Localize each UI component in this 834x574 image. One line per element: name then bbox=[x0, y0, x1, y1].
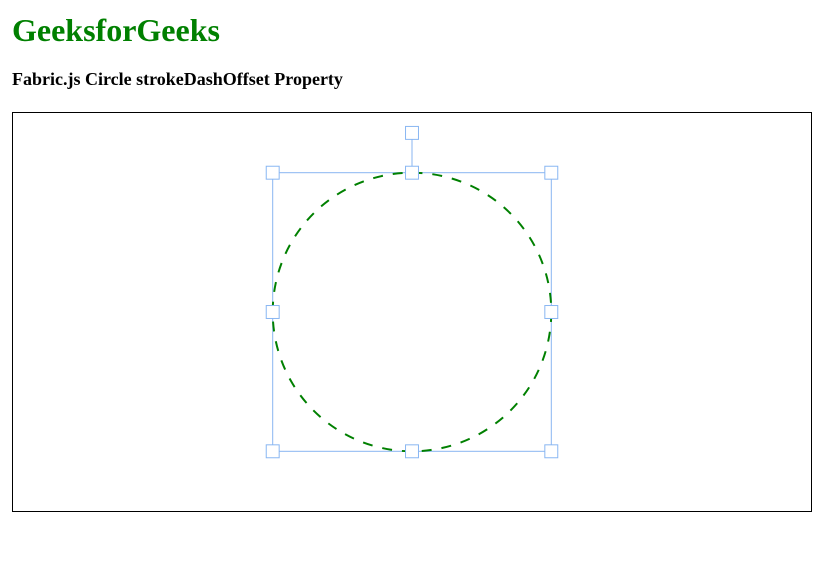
selection-handle-bm[interactable] bbox=[406, 445, 419, 458]
selection-handle-ml[interactable] bbox=[266, 306, 279, 319]
selection-handle-br[interactable] bbox=[545, 445, 558, 458]
selection-handle-tl[interactable] bbox=[266, 166, 279, 179]
selection-bounding-box bbox=[273, 173, 552, 452]
fabric-canvas[interactable] bbox=[12, 112, 812, 512]
selection-handle-mr[interactable] bbox=[545, 306, 558, 319]
selection-handle-bl[interactable] bbox=[266, 445, 279, 458]
page-title: GeeksforGeeks bbox=[12, 12, 822, 49]
canvas-svg bbox=[13, 113, 811, 511]
page-subtitle: Fabric.js Circle strokeDashOffset Proper… bbox=[12, 69, 822, 90]
selection-handle-tr[interactable] bbox=[545, 166, 558, 179]
selection-handle-rotate[interactable] bbox=[406, 126, 419, 139]
selection-handle-tm[interactable] bbox=[406, 166, 419, 179]
dashed-circle[interactable] bbox=[273, 173, 552, 452]
